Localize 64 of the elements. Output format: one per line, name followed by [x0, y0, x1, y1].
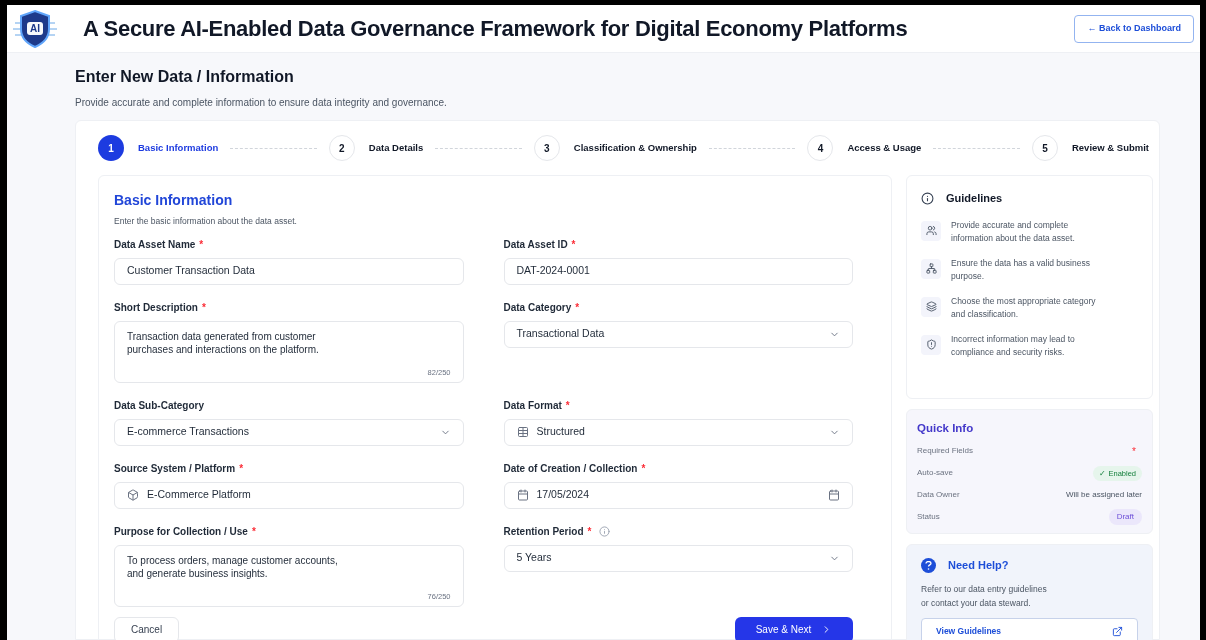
info-label: Status [917, 511, 940, 524]
card-title: Quick Info [917, 421, 975, 436]
select-field[interactable]: Structured [503, 418, 853, 446]
external-link-icon [1112, 626, 1123, 638]
info-label: Data Owner [917, 489, 960, 502]
field-label: Data Sub-Category [114, 399, 204, 414]
table-icon [516, 426, 529, 439]
step-number: 2 [328, 135, 355, 161]
field-label: Retention Period * [503, 525, 592, 540]
field-label: Data Asset Name * [114, 238, 204, 253]
step-tab[interactable]: 1 Basic Information [98, 135, 219, 161]
cube-icon [127, 489, 139, 502]
back-button[interactable]: ← Back to Dashboard [1074, 14, 1194, 43]
app-title: A Secure AI-Enabled Data Governance Framework for Digital Economy Platforms [83, 15, 909, 43]
field-label: Data Format * [503, 399, 570, 414]
guideline-icon [921, 296, 941, 317]
field-label: Data Category * [503, 301, 580, 316]
guideline-icon [921, 258, 941, 279]
section-title: Basic Information [114, 191, 234, 210]
calendar-icon [516, 489, 529, 502]
guideline-icon [921, 334, 941, 355]
step-tab[interactable]: 2 Data Details [328, 135, 424, 161]
info-icon [921, 191, 934, 205]
guideline-icon [921, 220, 941, 241]
step-tab[interactable]: 3 Classification & Ownership [533, 135, 697, 161]
info-label: Required Fields [917, 445, 974, 458]
field-label: Data Asset ID * [503, 238, 576, 253]
field-label: Purpose for Collection / Use * [114, 525, 256, 540]
required-mark: * [1132, 444, 1137, 459]
info-label: Auto-save [917, 467, 954, 480]
status-badge: Draft [1108, 509, 1142, 526]
text-field[interactable]: DAT-2024-0001 [503, 257, 853, 285]
step-number: 4 [807, 135, 834, 161]
page-subtitle: Provide accurate and complete information to ensure data integrity and governance. [75, 96, 448, 110]
guideline-text: Provide accurate and complete information about the data asset. [951, 218, 1076, 245]
calendar-icon[interactable] [828, 489, 840, 502]
step-number: 1 [98, 135, 124, 161]
card-title: Guidelines [946, 191, 1003, 206]
text-field[interactable]: E-Commerce Platform [114, 481, 464, 509]
guideline-text: Incorrect information may lead to compliance and security risks. [951, 332, 1076, 359]
select-field[interactable]: E-commerce Transactions [114, 418, 464, 446]
field-label: Short Description * [114, 301, 206, 316]
section-subtitle: Enter the basic information about the data asset. [114, 215, 298, 228]
select-field[interactable]: Transactional Data [503, 320, 853, 348]
date-field[interactable]: 17/05/2024 [503, 481, 853, 509]
info-value: Will be assigned later [1065, 489, 1142, 502]
cancel-button[interactable]: Cancel [114, 616, 180, 640]
step-number: 5 [1031, 135, 1058, 161]
page-title: Enter New Data / Information [75, 67, 295, 87]
text-field[interactable]: Customer Transaction Data [114, 257, 464, 285]
view-guidelines-button[interactable]: View Guidelines [921, 617, 1138, 640]
guideline-text: Choose the most appropriate category and classification. [951, 294, 1097, 321]
field-label: Date of Creation / Collection * [503, 462, 646, 477]
card-title: Need Help? [948, 558, 1009, 574]
help-icon [921, 558, 936, 573]
step-tab[interactable]: 5 Review & Submit [1031, 135, 1150, 161]
select-field[interactable]: 5 Years [503, 544, 853, 572]
step-number: 3 [533, 135, 560, 161]
save-next-button[interactable]: Save & Next [735, 616, 853, 640]
guideline-text: Ensure the data has a valid business purpose. [951, 256, 1091, 283]
help-text: Refer to our data entry guidelines or contact your data steward. [921, 582, 1048, 610]
field-label: Source System / Platform * [114, 462, 244, 477]
shield-logo: AI [13, 8, 57, 49]
step-tab[interactable]: 4 Access & Usage [807, 135, 922, 161]
